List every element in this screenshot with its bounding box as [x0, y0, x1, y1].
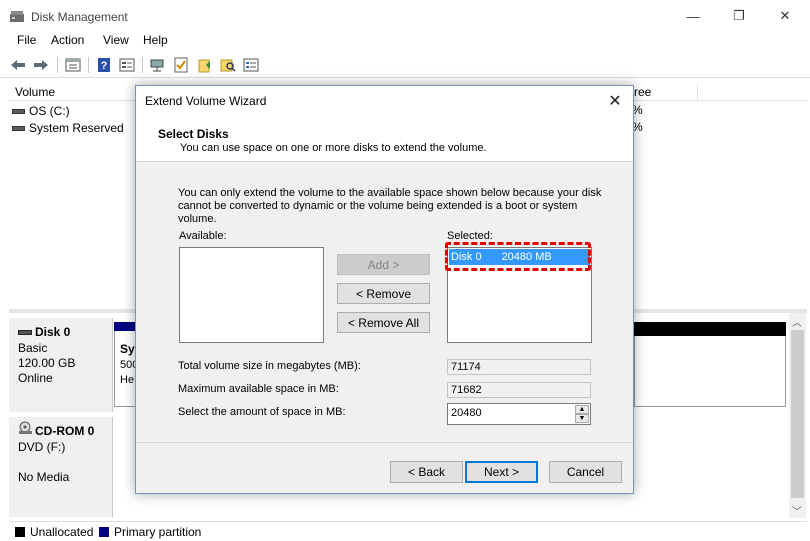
- amount-stepper[interactable]: 20480 ▲ ▼: [447, 403, 591, 425]
- help-icon[interactable]: ?: [95, 56, 113, 74]
- dialog-subheading: You can use space on one or more disks t…: [180, 142, 487, 154]
- disk-status: Online: [18, 371, 53, 385]
- dialog-title: Extend Volume Wizard: [145, 94, 267, 108]
- toolbar-separator: [142, 57, 143, 73]
- volume-name: OS (C:): [29, 104, 70, 118]
- minimize-button[interactable]: —: [670, 0, 716, 32]
- maximize-button[interactable]: ❐: [716, 0, 762, 32]
- toolbar-separator: [88, 57, 89, 73]
- partition-system-reserved[interactable]: Sys 500 He: [114, 331, 141, 407]
- window-title: Disk Management: [31, 10, 128, 24]
- disk-size: 120.00 GB: [18, 356, 76, 370]
- scroll-down-icon[interactable]: ﹀: [792, 503, 802, 518]
- unallocated-region[interactable]: [634, 336, 786, 407]
- menu-file[interactable]: File: [17, 32, 36, 52]
- legend-label-unallocated: Unallocated: [30, 525, 94, 539]
- restore-icon: ❐: [733, 8, 745, 23]
- disk-type: DVD (F:): [18, 440, 66, 454]
- close-button[interactable]: ✕: [762, 0, 808, 32]
- disk-list-icon[interactable]: [118, 56, 136, 74]
- close-icon: ✕: [779, 8, 791, 23]
- partition-status: He: [120, 374, 135, 386]
- folder-icon[interactable]: [196, 56, 214, 74]
- cdrom-icon: [19, 421, 32, 434]
- add-button[interactable]: Add >: [337, 254, 430, 275]
- total-size-label: Total volume size in megabytes (MB):: [178, 360, 361, 372]
- selected-label: Selected:: [447, 230, 493, 242]
- back-icon[interactable]: [9, 56, 27, 74]
- total-size-field: 71174: [447, 359, 591, 375]
- minimize-icon: —: [686, 8, 700, 24]
- disk-icon: [18, 330, 32, 335]
- volume-row-os[interactable]: OS (C:): [12, 103, 70, 119]
- dialog-close-icon[interactable]: ✕: [603, 89, 627, 113]
- available-disks-list[interactable]: [179, 247, 324, 343]
- scrollbar-thumb[interactable]: [791, 330, 804, 498]
- available-label: Available:: [179, 230, 227, 242]
- menu-bar: File Action View Help: [0, 32, 810, 52]
- disk-0-label[interactable]: Disk 0 Basic 120.00 GB Online: [9, 318, 113, 412]
- extend-volume-wizard-dialog: Extend Volume Wizard ✕ Select Disks You …: [135, 85, 634, 494]
- volume-icon: [12, 108, 25, 114]
- legend-swatch-primary: [99, 527, 109, 537]
- disk-name: CD-ROM 0: [35, 424, 95, 438]
- properties-icon[interactable]: [64, 56, 82, 74]
- forward-icon[interactable]: [32, 56, 50, 74]
- spin-down-icon[interactable]: ▼: [575, 414, 589, 423]
- disk-type: Basic: [18, 341, 48, 355]
- view-icon[interactable]: [242, 56, 260, 74]
- scroll-up-icon[interactable]: ︿: [792, 314, 802, 329]
- toolbar: ?: [0, 52, 810, 78]
- max-space-label: Maximum available space in MB:: [178, 383, 339, 395]
- amount-label: Select the amount of space in MB:: [178, 406, 346, 418]
- disk-name: Disk 0: [35, 325, 71, 339]
- volume-row-system-reserved[interactable]: System Reserved: [12, 120, 124, 136]
- disk-management-icon: [10, 11, 24, 22]
- title-bar: Disk Management — ❐ ✕: [0, 0, 810, 32]
- dialog-footer-separator: [136, 442, 633, 443]
- dialog-title-bar: Extend Volume Wizard ✕: [136, 86, 633, 116]
- spin-up-icon[interactable]: ▲: [575, 405, 589, 414]
- remove-all-button[interactable]: < Remove All: [337, 312, 430, 333]
- legend-bar: Unallocated Primary partition: [9, 521, 807, 541]
- remove-button[interactable]: < Remove: [337, 283, 430, 304]
- disk-status: No Media: [18, 470, 70, 484]
- cdrom-0-label[interactable]: CD-ROM 0 DVD (F:) No Media: [9, 417, 113, 517]
- check-icon[interactable]: [172, 56, 190, 74]
- next-button[interactable]: Next >: [465, 461, 538, 483]
- menu-view[interactable]: View: [103, 32, 129, 52]
- toolbar-separator: [57, 57, 58, 73]
- volume-name: System Reserved: [29, 121, 124, 135]
- svg-text:?: ?: [101, 60, 108, 72]
- column-volume[interactable]: Volume: [9, 84, 136, 101]
- menu-help[interactable]: Help: [143, 32, 168, 52]
- max-space-field: 71682: [447, 382, 591, 398]
- back-button[interactable]: < Back: [390, 461, 463, 483]
- search-folder-icon[interactable]: [219, 56, 237, 74]
- selected-item-highlight: [445, 242, 591, 271]
- dialog-header: Select Disks You can use space on one or…: [136, 116, 633, 162]
- volume-icon: [12, 125, 25, 131]
- unallocated-bar: [634, 322, 786, 336]
- legend-swatch-unallocated: [15, 527, 25, 537]
- dialog-info-text: You can only extend the volume to the av…: [178, 187, 602, 225]
- column-free[interactable]: ree: [626, 84, 698, 101]
- cancel-button[interactable]: Cancel: [549, 461, 622, 483]
- dialog-heading: Select Disks: [158, 127, 229, 141]
- menu-action[interactable]: Action: [51, 32, 84, 52]
- disk-map-scrollbar[interactable]: ︿ ﹀: [789, 313, 806, 518]
- connect-icon[interactable]: [149, 56, 167, 74]
- legend-label-primary: Primary partition: [114, 525, 202, 539]
- amount-value: 20480: [451, 407, 482, 419]
